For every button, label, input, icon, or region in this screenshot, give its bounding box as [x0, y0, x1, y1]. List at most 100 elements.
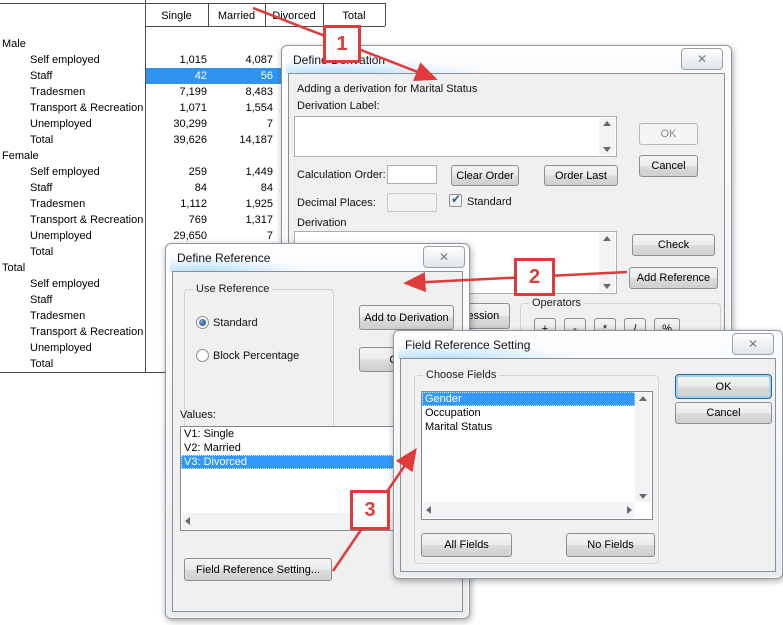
add-reference-button[interactable]: Add Reference — [629, 267, 718, 289]
column-header-single[interactable]: Single — [145, 10, 208, 25]
row-label[interactable]: Staff — [30, 182, 52, 194]
row-label[interactable]: Transport & Recreation — [30, 102, 143, 114]
cell-value-married[interactable]: 7 — [213, 230, 273, 242]
calculation-order-caption: Calculation Order: — [297, 169, 386, 181]
derivation-label-textarea[interactable] — [294, 116, 617, 157]
fields-listbox[interactable]: GenderOccupationMarital Status — [421, 391, 653, 520]
row-label[interactable]: Total — [30, 134, 53, 146]
derivation-caption: Derivation — [297, 217, 347, 229]
callout-box-3: 3 — [350, 490, 390, 530]
close-icon: ✕ — [439, 251, 449, 263]
cell-value-single[interactable]: 30,299 — [147, 118, 207, 130]
cell-value-married[interactable]: 4,087 — [213, 54, 273, 66]
cell-value-married[interactable]: 14,187 — [213, 134, 273, 146]
add-to-derivation-button[interactable]: Add to Derivation — [359, 305, 454, 330]
row-label[interactable]: Unemployed — [30, 342, 92, 354]
cancel-button[interactable]: Cancel — [675, 402, 772, 424]
close-button[interactable]: ✕ — [732, 333, 774, 355]
cell-value-married[interactable]: 1,925 — [213, 198, 273, 210]
row-label[interactable]: Self employed — [30, 278, 100, 290]
cell-value-married[interactable]: 56 — [213, 70, 273, 82]
cell-value-married[interactable]: 8,483 — [213, 86, 273, 98]
row-label[interactable]: Total — [30, 246, 53, 258]
scroll-down-icon — [639, 494, 647, 499]
cell-value-single[interactable]: 29,650 — [147, 230, 207, 242]
fields-list-item[interactable]: Marital Status — [422, 420, 635, 434]
cell-value-married[interactable]: 1,449 — [213, 166, 273, 178]
column-header-total[interactable]: Total — [323, 10, 385, 25]
row-label[interactable]: Self employed — [30, 166, 100, 178]
cell-value-married[interactable]: 1,317 — [213, 214, 273, 226]
cell-value-single[interactable]: 1,112 — [147, 198, 207, 210]
cancel-button[interactable]: Cancel — [639, 155, 698, 177]
row-label[interactable]: Transport & Recreation — [30, 326, 143, 338]
header-cell-separator — [385, 3, 386, 26]
standard-checkbox-label: Standard — [467, 196, 512, 208]
check-icon: ✔ — [451, 192, 461, 206]
field-reference-setting-button[interactable]: Field Reference Setting... — [184, 558, 332, 581]
row-label[interactable]: Staff — [30, 70, 52, 82]
cell-value-single[interactable]: 84 — [147, 182, 207, 194]
define-reference-title: Define Reference — [177, 251, 270, 265]
fields-list-item-selected[interactable]: Gender — [422, 392, 635, 406]
column-header-married[interactable]: Married — [208, 10, 265, 25]
row-label[interactable]: Self employed — [30, 54, 100, 66]
cell-value-married[interactable]: 84 — [213, 182, 273, 194]
block-percentage-radio[interactable] — [196, 349, 209, 362]
field-reference-setting-title: Field Reference Setting — [405, 338, 530, 352]
row-label[interactable]: Transport & Recreation — [30, 214, 143, 226]
order-last-button[interactable]: Order Last — [544, 165, 618, 186]
standard-checkbox[interactable]: ✔ — [449, 194, 462, 207]
cell-value-single[interactable]: 7,199 — [147, 86, 207, 98]
row-group-label[interactable]: Female — [2, 150, 39, 162]
screen: SingleMarriedDivorcedTotal MaleSelf empl… — [0, 0, 783, 625]
decimal-places-input[interactable] — [387, 193, 437, 212]
cell-value-single[interactable]: 39,626 — [147, 134, 207, 146]
column-header-divorced[interactable]: Divorced — [265, 10, 323, 25]
callout-box-2: 2 — [514, 258, 555, 296]
row-label[interactable]: Staff — [30, 294, 52, 306]
close-button[interactable]: ✕ — [681, 48, 723, 70]
row-label[interactable]: Unemployed — [30, 230, 92, 242]
table-top-rule — [0, 3, 385, 4]
close-button[interactable]: ✕ — [423, 246, 465, 268]
cell-value-married[interactable]: 1,554 — [213, 102, 273, 114]
fields-list-item[interactable]: Occupation — [422, 406, 635, 420]
scroll-up-icon — [639, 396, 647, 401]
decimal-places-caption: Decimal Places: — [297, 197, 376, 209]
close-icon: ✕ — [748, 338, 758, 350]
fields-horizontal-scrollbar[interactable] — [423, 502, 635, 518]
row-label[interactable]: Tradesmen — [30, 86, 85, 98]
ok-button[interactable]: OK — [639, 123, 698, 145]
row-label[interactable]: Unemployed — [30, 118, 92, 130]
row-label[interactable]: Total — [30, 358, 53, 370]
cell-value-single[interactable]: 42 — [147, 70, 207, 82]
table-left-column-rule — [145, 0, 146, 372]
row-label[interactable]: Tradesmen — [30, 310, 85, 322]
scroll-right-icon — [627, 506, 632, 514]
textarea-scrollbar[interactable] — [599, 233, 615, 292]
cell-value-single[interactable]: 259 — [147, 166, 207, 178]
field-reference-client-area: Choose Fields GenderOccupationMarital St… — [400, 358, 776, 572]
use-reference-caption: Use Reference — [193, 283, 272, 295]
operators-caption: Operators — [529, 297, 584, 309]
fields-vertical-scrollbar[interactable] — [635, 393, 651, 502]
no-fields-button[interactable]: No Fields — [566, 533, 655, 557]
check-button[interactable]: Check — [632, 234, 715, 256]
row-group-label[interactable]: Total — [2, 262, 25, 274]
all-fields-button[interactable]: All Fields — [421, 533, 512, 557]
clear-order-button[interactable]: Clear Order — [451, 165, 519, 186]
calculation-order-input[interactable] — [387, 165, 437, 184]
textarea-scrollbar[interactable] — [599, 118, 615, 155]
cell-value-single[interactable]: 1,015 — [147, 54, 207, 66]
row-label[interactable]: Tradesmen — [30, 198, 85, 210]
ok-button[interactable]: OK — [675, 374, 772, 399]
scroll-up-icon — [603, 236, 611, 241]
standard-radio[interactable] — [196, 316, 209, 329]
row-group-label[interactable]: Male — [2, 38, 26, 50]
cell-value-married[interactable]: 7 — [213, 118, 273, 130]
block-percentage-radio-label: Block Percentage — [213, 350, 299, 362]
cell-value-single[interactable]: 1,071 — [147, 102, 207, 114]
cell-value-single[interactable]: 769 — [147, 214, 207, 226]
standard-radio-label: Standard — [213, 317, 258, 329]
